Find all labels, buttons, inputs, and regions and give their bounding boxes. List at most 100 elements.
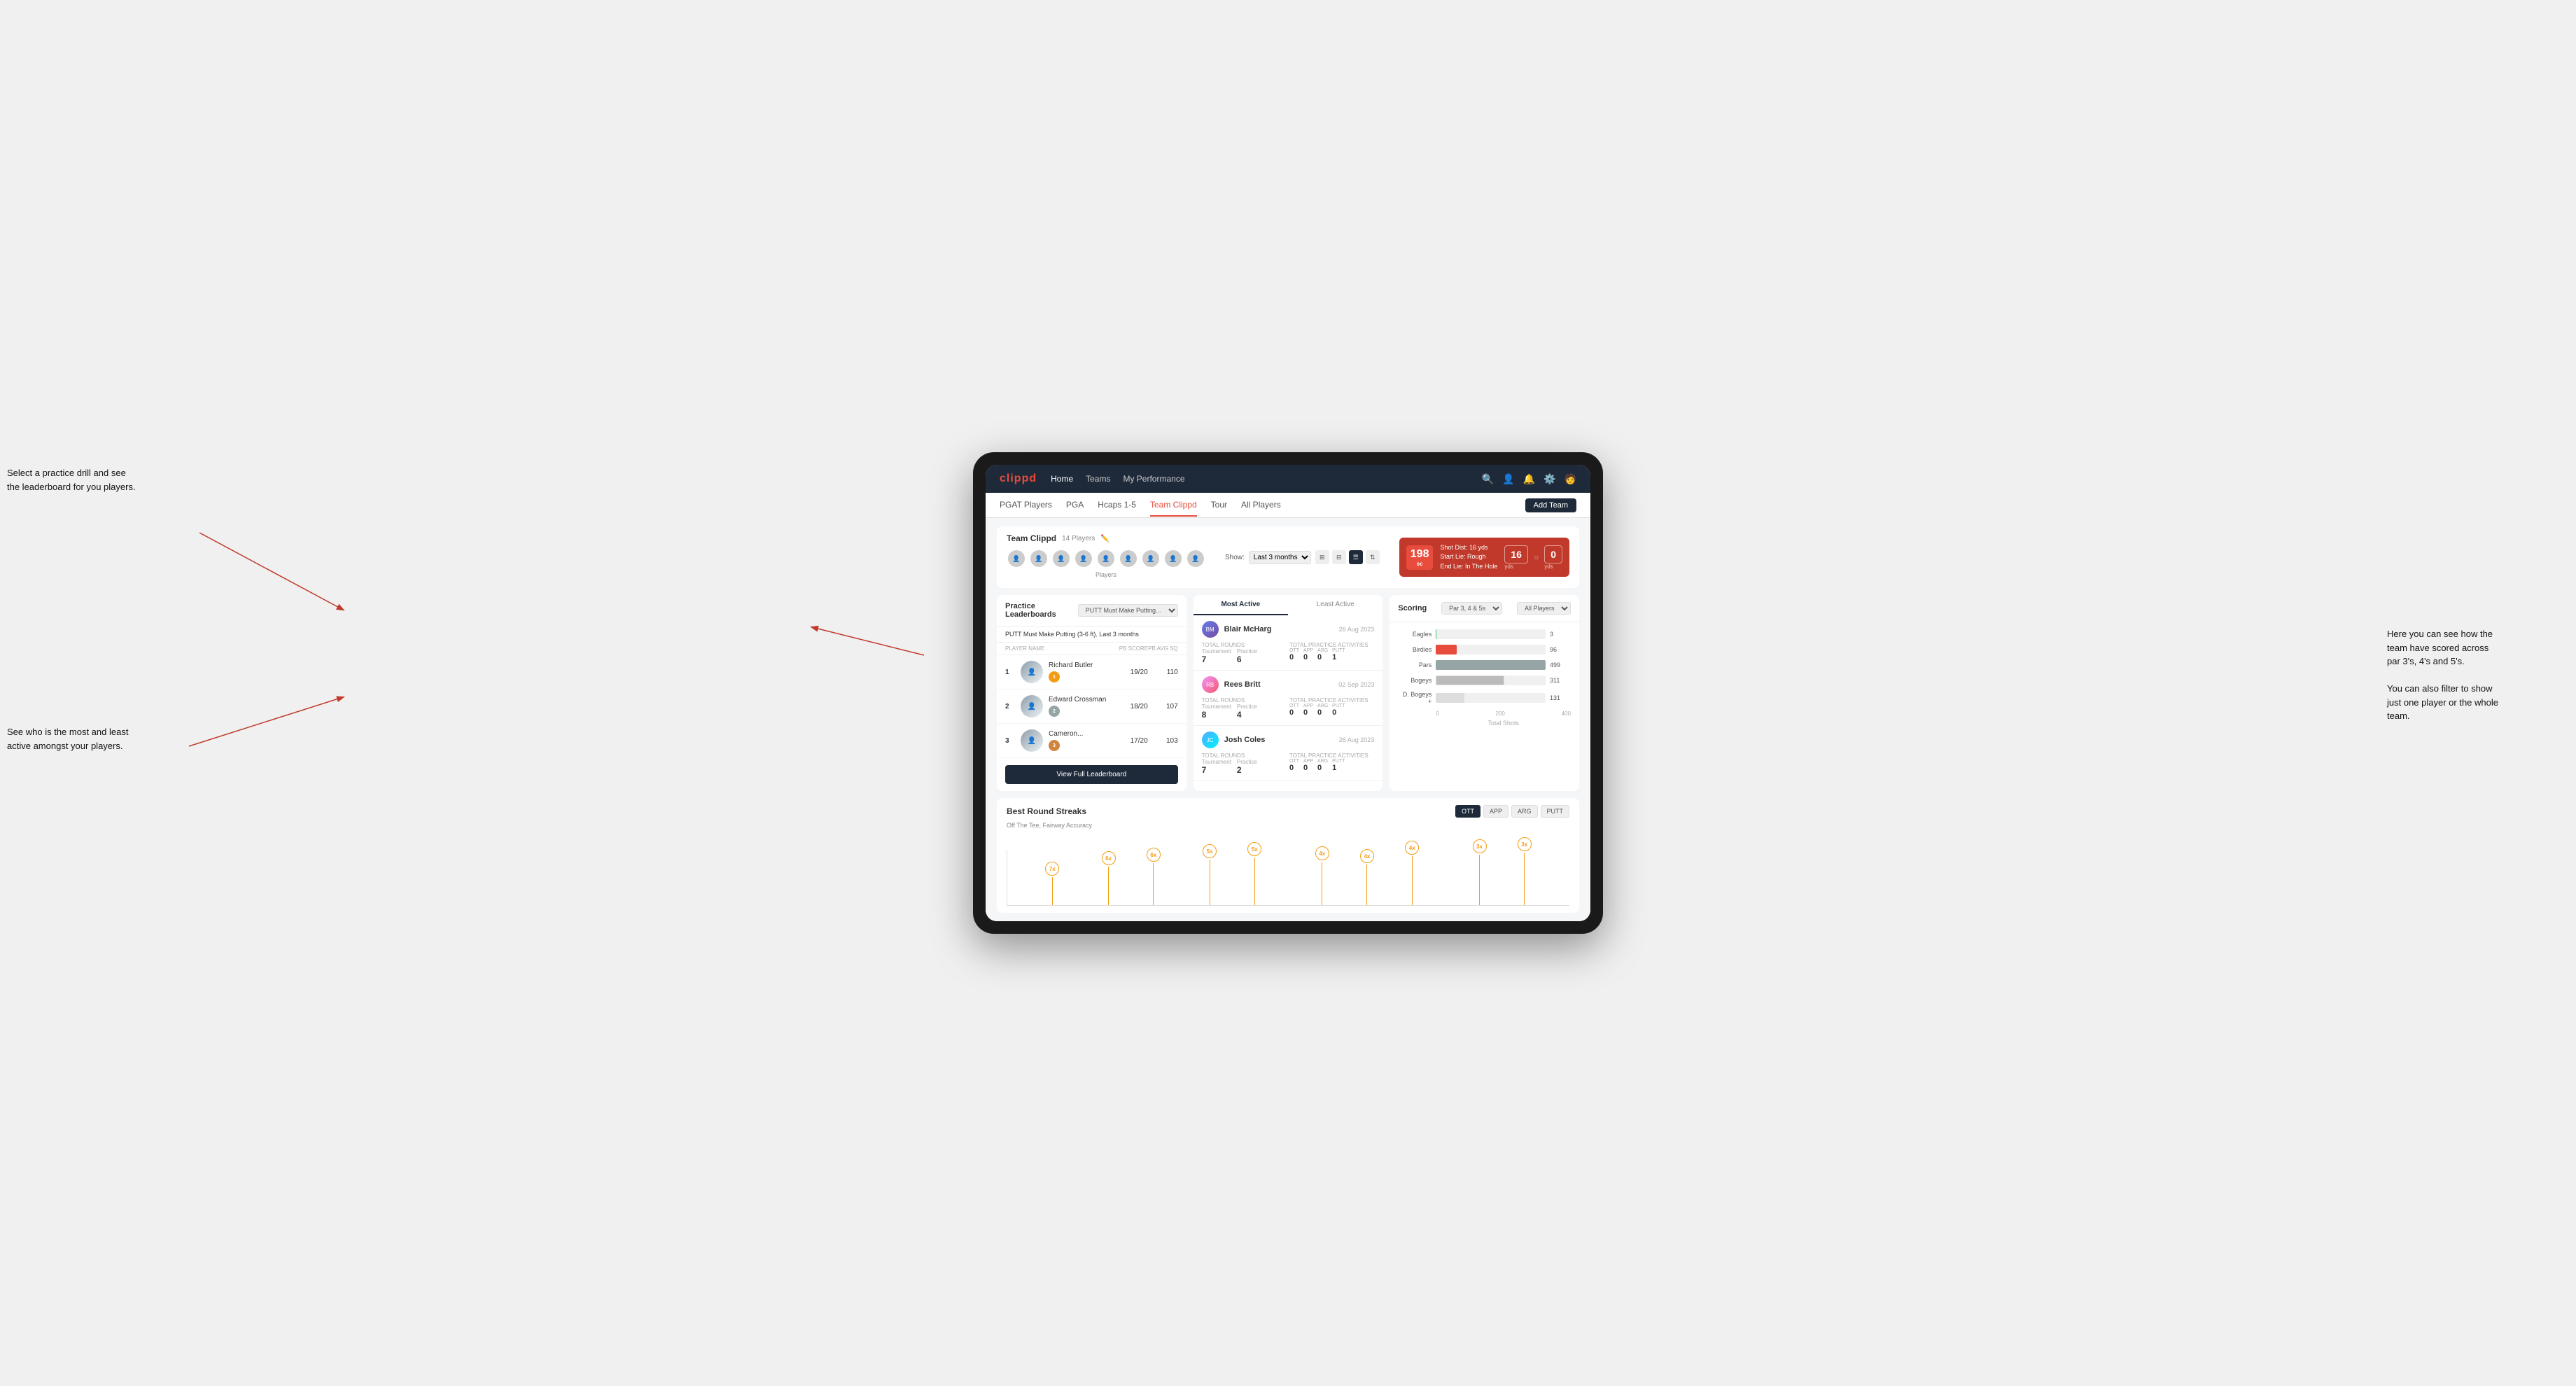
avatar: 👤 bbox=[1141, 549, 1161, 568]
stat-value: 7 bbox=[1202, 765, 1231, 775]
par-filter[interactable]: Par 3, 4 & 5s bbox=[1441, 602, 1502, 615]
practice-leaderboard-panel: Practice Leaderboards PUTT Must Make Put… bbox=[997, 595, 1186, 791]
annotation-bottom-left: See who is the most and leastactive amon… bbox=[7, 725, 189, 752]
subnav-tour[interactable]: Tour bbox=[1211, 494, 1227, 517]
bar-fill-birdies bbox=[1436, 645, 1457, 654]
bell-icon[interactable]: 🔔 bbox=[1523, 473, 1535, 485]
stat-mini-ott: OTT 0 bbox=[1289, 704, 1299, 717]
stat-mini-row: OTT 0 APP 0 ARG bbox=[1289, 759, 1374, 772]
stat-mini-putt: PUTT 0 bbox=[1332, 704, 1345, 717]
stat-row: Tournament 8 Practice 4 bbox=[1202, 704, 1287, 720]
stat-value: 4 bbox=[1237, 710, 1257, 720]
nav-teams[interactable]: Teams bbox=[1086, 471, 1110, 486]
streak-pin-label: 3x bbox=[1518, 837, 1532, 851]
tab-most-active[interactable]: Most Active bbox=[1194, 595, 1288, 615]
nav-bar: clippd Home Teams My Performance 🔍 👤 🔔 ⚙… bbox=[986, 465, 1590, 493]
subnav-pgat[interactable]: PGAT Players bbox=[1000, 494, 1052, 517]
streak-pin-label: 3x bbox=[1473, 839, 1487, 853]
view-grid-icon[interactable]: ⊞ bbox=[1315, 550, 1329, 564]
view-list-icon[interactable]: ☰ bbox=[1349, 550, 1363, 564]
streak-pin-line bbox=[1052, 877, 1053, 905]
stat-label: Total Rounds bbox=[1202, 697, 1287, 704]
nav-logo: clippd bbox=[1000, 472, 1037, 485]
scoring-title: Scoring bbox=[1398, 604, 1427, 612]
streaks-header: Best Round Streaks OTT APP ARG PUTT bbox=[1007, 805, 1569, 818]
streaks-tab-app[interactable]: APP bbox=[1483, 805, 1508, 818]
stat-label: Total Practice Activities bbox=[1289, 752, 1374, 759]
drill-select[interactable]: PUTT Must Make Putting... bbox=[1078, 604, 1178, 617]
tab-least-active[interactable]: Least Active bbox=[1288, 595, 1382, 615]
avatar: 👤 bbox=[1186, 549, 1205, 568]
stat-practice-activities: Total Practice Activities OTT 0 APP bbox=[1289, 752, 1374, 775]
stat-mini-value: 0 bbox=[1317, 708, 1328, 717]
bar-label: Eagles bbox=[1398, 631, 1432, 638]
bar-value: 131 bbox=[1550, 694, 1571, 701]
streaks-tab-putt[interactable]: PUTT bbox=[1541, 805, 1570, 818]
subnav-all-players[interactable]: All Players bbox=[1241, 494, 1281, 517]
stat-practice: Practice 2 bbox=[1237, 759, 1257, 775]
team-info-row: Team Clippd 14 Players ✏️ bbox=[1007, 533, 1205, 543]
yds-label-1: yds bbox=[1504, 564, 1528, 570]
add-team-button[interactable]: Add Team bbox=[1525, 498, 1576, 512]
practice-leaderboard-header: Practice Leaderboards PUTT Must Make Put… bbox=[997, 595, 1186, 626]
team-title: Team Clippd bbox=[1007, 533, 1056, 543]
activity-date: 02 Sep 2023 bbox=[1338, 681, 1374, 688]
shot-dist-value: 198 bbox=[1410, 548, 1429, 561]
activity-avatar: JC bbox=[1202, 732, 1219, 748]
streaks-tab-ott[interactable]: OTT bbox=[1455, 805, 1480, 818]
yds-value-1: 16 bbox=[1504, 545, 1528, 564]
view-full-leaderboard-button[interactable]: View Full Leaderboard bbox=[1005, 765, 1178, 784]
nav-home[interactable]: Home bbox=[1051, 471, 1073, 486]
activity-date: 26 Aug 2023 bbox=[1339, 626, 1375, 633]
streaks-tab-arg[interactable]: ARG bbox=[1511, 805, 1538, 818]
player-filter[interactable]: All Players bbox=[1517, 602, 1571, 615]
stat-practice: Practice 4 bbox=[1237, 704, 1257, 720]
user-icon[interactable]: 👤 bbox=[1502, 473, 1514, 485]
player-avatars: 👤 👤 👤 👤 👤 👤 👤 👤 👤 bbox=[1007, 549, 1205, 568]
settings-icon[interactable]: ⚙️ bbox=[1544, 473, 1555, 485]
lb-badge-gold: 1 bbox=[1049, 671, 1060, 682]
streak-pin-line bbox=[1479, 855, 1480, 905]
activity-player: JC Josh Coles 26 Aug 2023 bbox=[1202, 732, 1375, 748]
subnav-pga[interactable]: PGA bbox=[1066, 494, 1084, 517]
show-select[interactable]: Last 3 months Last 6 months Last year bbox=[1249, 551, 1311, 564]
stat-value: 7 bbox=[1202, 654, 1231, 664]
stat-total-rounds: Total Rounds Tournament 8 Practice bbox=[1202, 697, 1287, 720]
streak-pin: 5x bbox=[1247, 842, 1261, 905]
streak-pin-label: 5x bbox=[1247, 842, 1261, 856]
activity-stats: Total Rounds Tournament 7 Practice bbox=[1202, 642, 1375, 664]
bar-value: 499 bbox=[1550, 662, 1571, 668]
players-label: Players bbox=[1007, 568, 1205, 581]
search-icon[interactable]: 🔍 bbox=[1482, 473, 1494, 485]
stat-mini-value: 0 bbox=[1317, 764, 1328, 772]
streak-pin: 3x bbox=[1473, 839, 1487, 905]
lb-rank: 3 bbox=[1005, 737, 1015, 745]
stat-sub-label: Tournament bbox=[1202, 759, 1231, 765]
bar-value: 96 bbox=[1550, 646, 1571, 653]
end-lie: End Lie: In The Hole bbox=[1440, 562, 1497, 572]
lb-rank: 1 bbox=[1005, 668, 1015, 676]
stat-mini-ott: OTT 0 bbox=[1289, 759, 1299, 772]
avatar: 👤 bbox=[1007, 549, 1026, 568]
stat-row: Tournament 7 Practice 6 bbox=[1202, 648, 1287, 664]
team-player-count: 14 Players bbox=[1062, 535, 1095, 542]
bar-container bbox=[1436, 629, 1546, 639]
nav-my-performance[interactable]: My Performance bbox=[1123, 471, 1184, 486]
edit-icon[interactable]: ✏️ bbox=[1100, 535, 1109, 542]
view-grid2-icon[interactable]: ⊟ bbox=[1332, 550, 1346, 564]
lb-name: Richard Butler bbox=[1049, 662, 1121, 669]
avatar: 👤 bbox=[1051, 549, 1071, 568]
stat-label: Total Practice Activities bbox=[1289, 697, 1374, 704]
nav-links: Home Teams My Performance bbox=[1051, 471, 1468, 486]
stat-mini-arg: ARG 0 bbox=[1317, 759, 1328, 772]
subnav-hcaps[interactable]: Hcaps 1-5 bbox=[1098, 494, 1136, 517]
avatar-icon[interactable]: 🧑 bbox=[1564, 473, 1576, 485]
streaks-chart-area: 7x 6x 6x 5x bbox=[1007, 850, 1569, 906]
activity-stats: Total Rounds Tournament 7 Practice bbox=[1202, 752, 1375, 775]
view-filter-icon[interactable]: ⇅ bbox=[1366, 550, 1380, 564]
yds-value-2: 0 bbox=[1544, 545, 1562, 564]
streak-pin-label: 6x bbox=[1147, 848, 1161, 862]
subnav-team-clippd[interactable]: Team Clippd bbox=[1150, 494, 1197, 517]
stat-mini-row: OTT 0 APP 0 ARG bbox=[1289, 648, 1374, 662]
stat-mini-value: 1 bbox=[1332, 764, 1345, 772]
